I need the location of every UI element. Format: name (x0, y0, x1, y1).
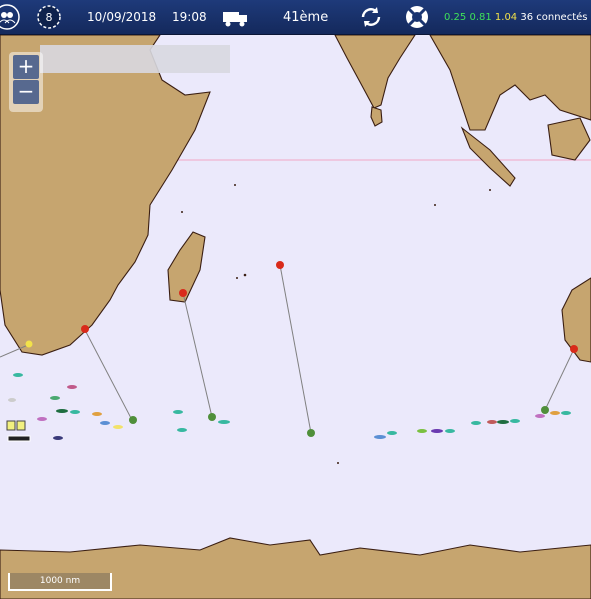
top-toolbar: 8 10/09/2018 19:08 41ème 0.25 0.81 1.04 … (0, 0, 591, 35)
marker-green-3 (307, 429, 315, 437)
info-panel-placeholder (40, 45, 230, 73)
wind-badge-icon[interactable]: 8 (36, 4, 62, 30)
zoom-out-button[interactable]: − (13, 80, 39, 104)
connection-stats: 0.25 0.81 1.04 36 connectés (444, 12, 588, 23)
refresh-icon[interactable] (358, 4, 384, 30)
users-icon[interactable] (0, 4, 20, 30)
stat-3: 1.04 (494, 12, 518, 23)
connected-count: 36 connectés (520, 12, 588, 23)
time-label: 19:08 (172, 10, 207, 24)
date-label: 10/09/2018 (87, 10, 157, 24)
marker-green-2 (208, 413, 216, 421)
marker-red-3 (276, 261, 284, 269)
marker-red-1 (81, 325, 89, 333)
rank-label: 41ème (283, 10, 329, 25)
marker-red-2 (179, 289, 187, 297)
race-map[interactable] (0, 35, 591, 599)
marker-green-1 (129, 416, 137, 424)
truck-icon[interactable] (220, 4, 250, 30)
zoom-control: + − (9, 52, 43, 112)
lifebuoy-icon[interactable] (404, 4, 430, 30)
stat-2: 0.81 (469, 12, 492, 23)
marker-yellow (25, 340, 33, 348)
marker-green-4 (541, 406, 549, 414)
stat-1: 0.25 (444, 12, 467, 23)
zoom-in-button[interactable]: + (13, 55, 39, 79)
marker-red-4 (570, 345, 578, 353)
wind-badge-value: 8 (46, 11, 53, 24)
scale-bar: 1000 nm (8, 573, 112, 591)
